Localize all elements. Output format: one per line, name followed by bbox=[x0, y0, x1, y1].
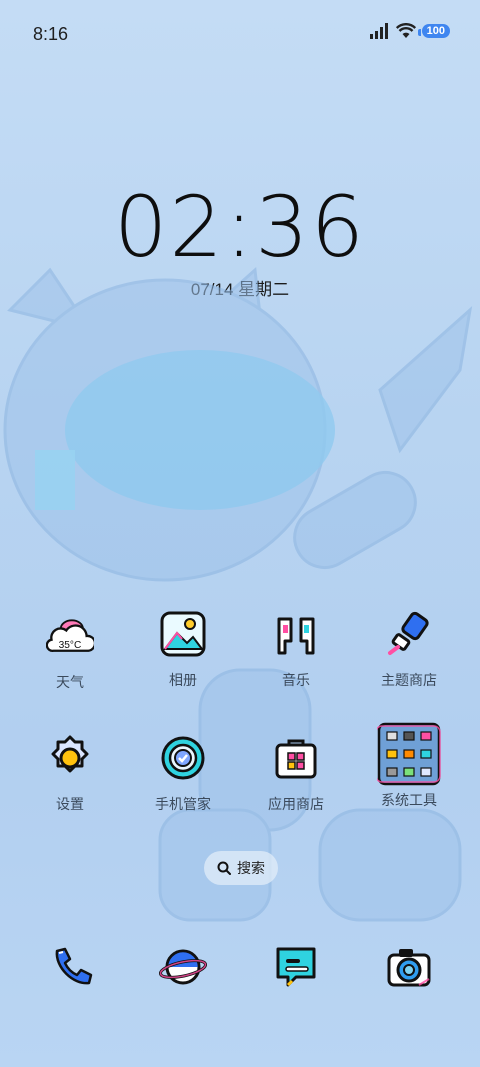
settings-icon bbox=[46, 734, 94, 782]
app-phone-manager[interactable]: 手机管家 bbox=[127, 734, 239, 814]
weather-temp: 35°C bbox=[59, 640, 82, 651]
search-button[interactable]: 搜索 bbox=[204, 851, 278, 885]
search-label: 搜索 bbox=[237, 860, 265, 876]
theme-store-icon bbox=[385, 610, 433, 658]
browser-icon bbox=[159, 949, 207, 985]
dock-messages[interactable] bbox=[271, 942, 321, 992]
music-icon bbox=[272, 610, 320, 658]
phone-icon bbox=[55, 947, 93, 985]
app-label: 应用商店 bbox=[268, 796, 324, 812]
app-label: 相册 bbox=[169, 672, 197, 688]
app-label: 主题商店 bbox=[381, 672, 437, 688]
search-icon bbox=[217, 861, 231, 875]
app-label: 设置 bbox=[56, 796, 84, 812]
app-system-tools[interactable]: 系统工具 bbox=[353, 722, 465, 810]
app-label: 音乐 bbox=[282, 672, 310, 688]
phone-manager-icon bbox=[159, 734, 207, 782]
app-theme-store[interactable]: 主题商店 bbox=[353, 610, 465, 690]
app-music[interactable]: 音乐 bbox=[240, 610, 352, 690]
app-app-store[interactable]: 应用商店 bbox=[240, 734, 352, 814]
weather-icon: 35°C bbox=[46, 612, 94, 660]
date: 07/14 星期二 bbox=[190, 280, 290, 299]
status-bar: 8:16 100 bbox=[0, 0, 480, 66]
clock: 02:36 bbox=[113, 178, 367, 276]
status-icons: 100 bbox=[369, 23, 450, 39]
signal-icon bbox=[369, 23, 388, 39]
app-label: 系统工具 bbox=[381, 792, 437, 808]
app-settings[interactable]: 设置 bbox=[14, 734, 126, 814]
app-gallery[interactable]: 相册 bbox=[127, 610, 239, 690]
wifi-icon bbox=[395, 23, 416, 38]
gallery-icon bbox=[159, 610, 207, 658]
app-store-icon bbox=[272, 734, 320, 782]
app-weather[interactable]: 35°C 天气 bbox=[14, 612, 126, 692]
camera-icon bbox=[387, 949, 431, 987]
dock-phone[interactable] bbox=[46, 942, 96, 992]
app-label: 天气 bbox=[56, 674, 84, 690]
dock-browser[interactable] bbox=[158, 942, 208, 992]
messages-icon bbox=[276, 947, 316, 987]
app-label: 手机管家 bbox=[155, 796, 211, 812]
dock-camera[interactable] bbox=[384, 942, 434, 992]
status-time: 8:16 bbox=[33, 24, 69, 44]
battery-indicator: 100 bbox=[417, 24, 450, 38]
system-tools-folder-icon bbox=[377, 722, 441, 786]
